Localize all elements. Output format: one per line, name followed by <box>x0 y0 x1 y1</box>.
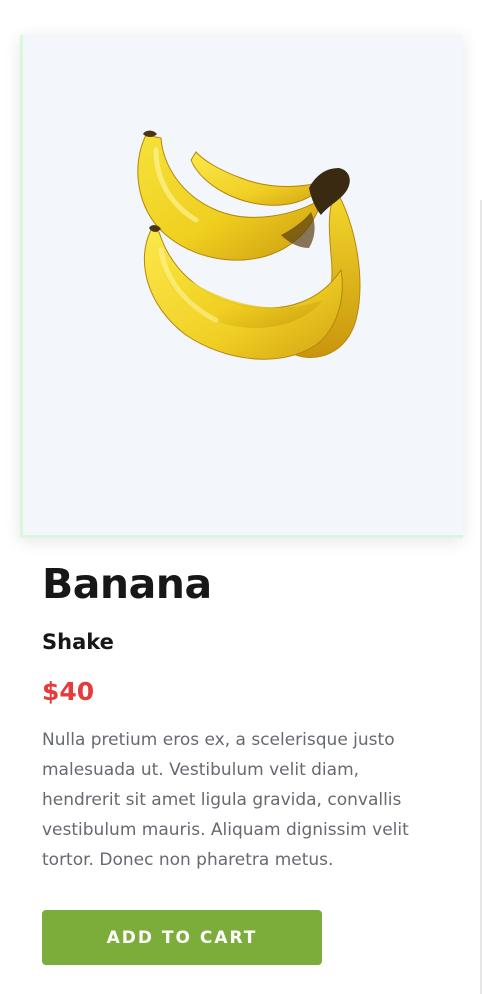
banana-bunch-image <box>137 130 361 360</box>
product-subtitle: Shake <box>42 630 114 654</box>
product-title: Banana <box>42 560 212 608</box>
product-image-card[interactable] <box>20 35 463 538</box>
product-description: Nulla pretium eros ex, a scelerisque jus… <box>42 730 409 870</box>
product-price: $40 <box>42 677 95 706</box>
product-detail-page: Banana Shake $40 Nulla pretium eros ex, … <box>0 0 482 994</box>
product-info: Banana Shake $40 Nulla pretium eros ex, … <box>42 555 432 875</box>
add-to-cart-button[interactable]: ADD TO CART <box>42 910 322 965</box>
